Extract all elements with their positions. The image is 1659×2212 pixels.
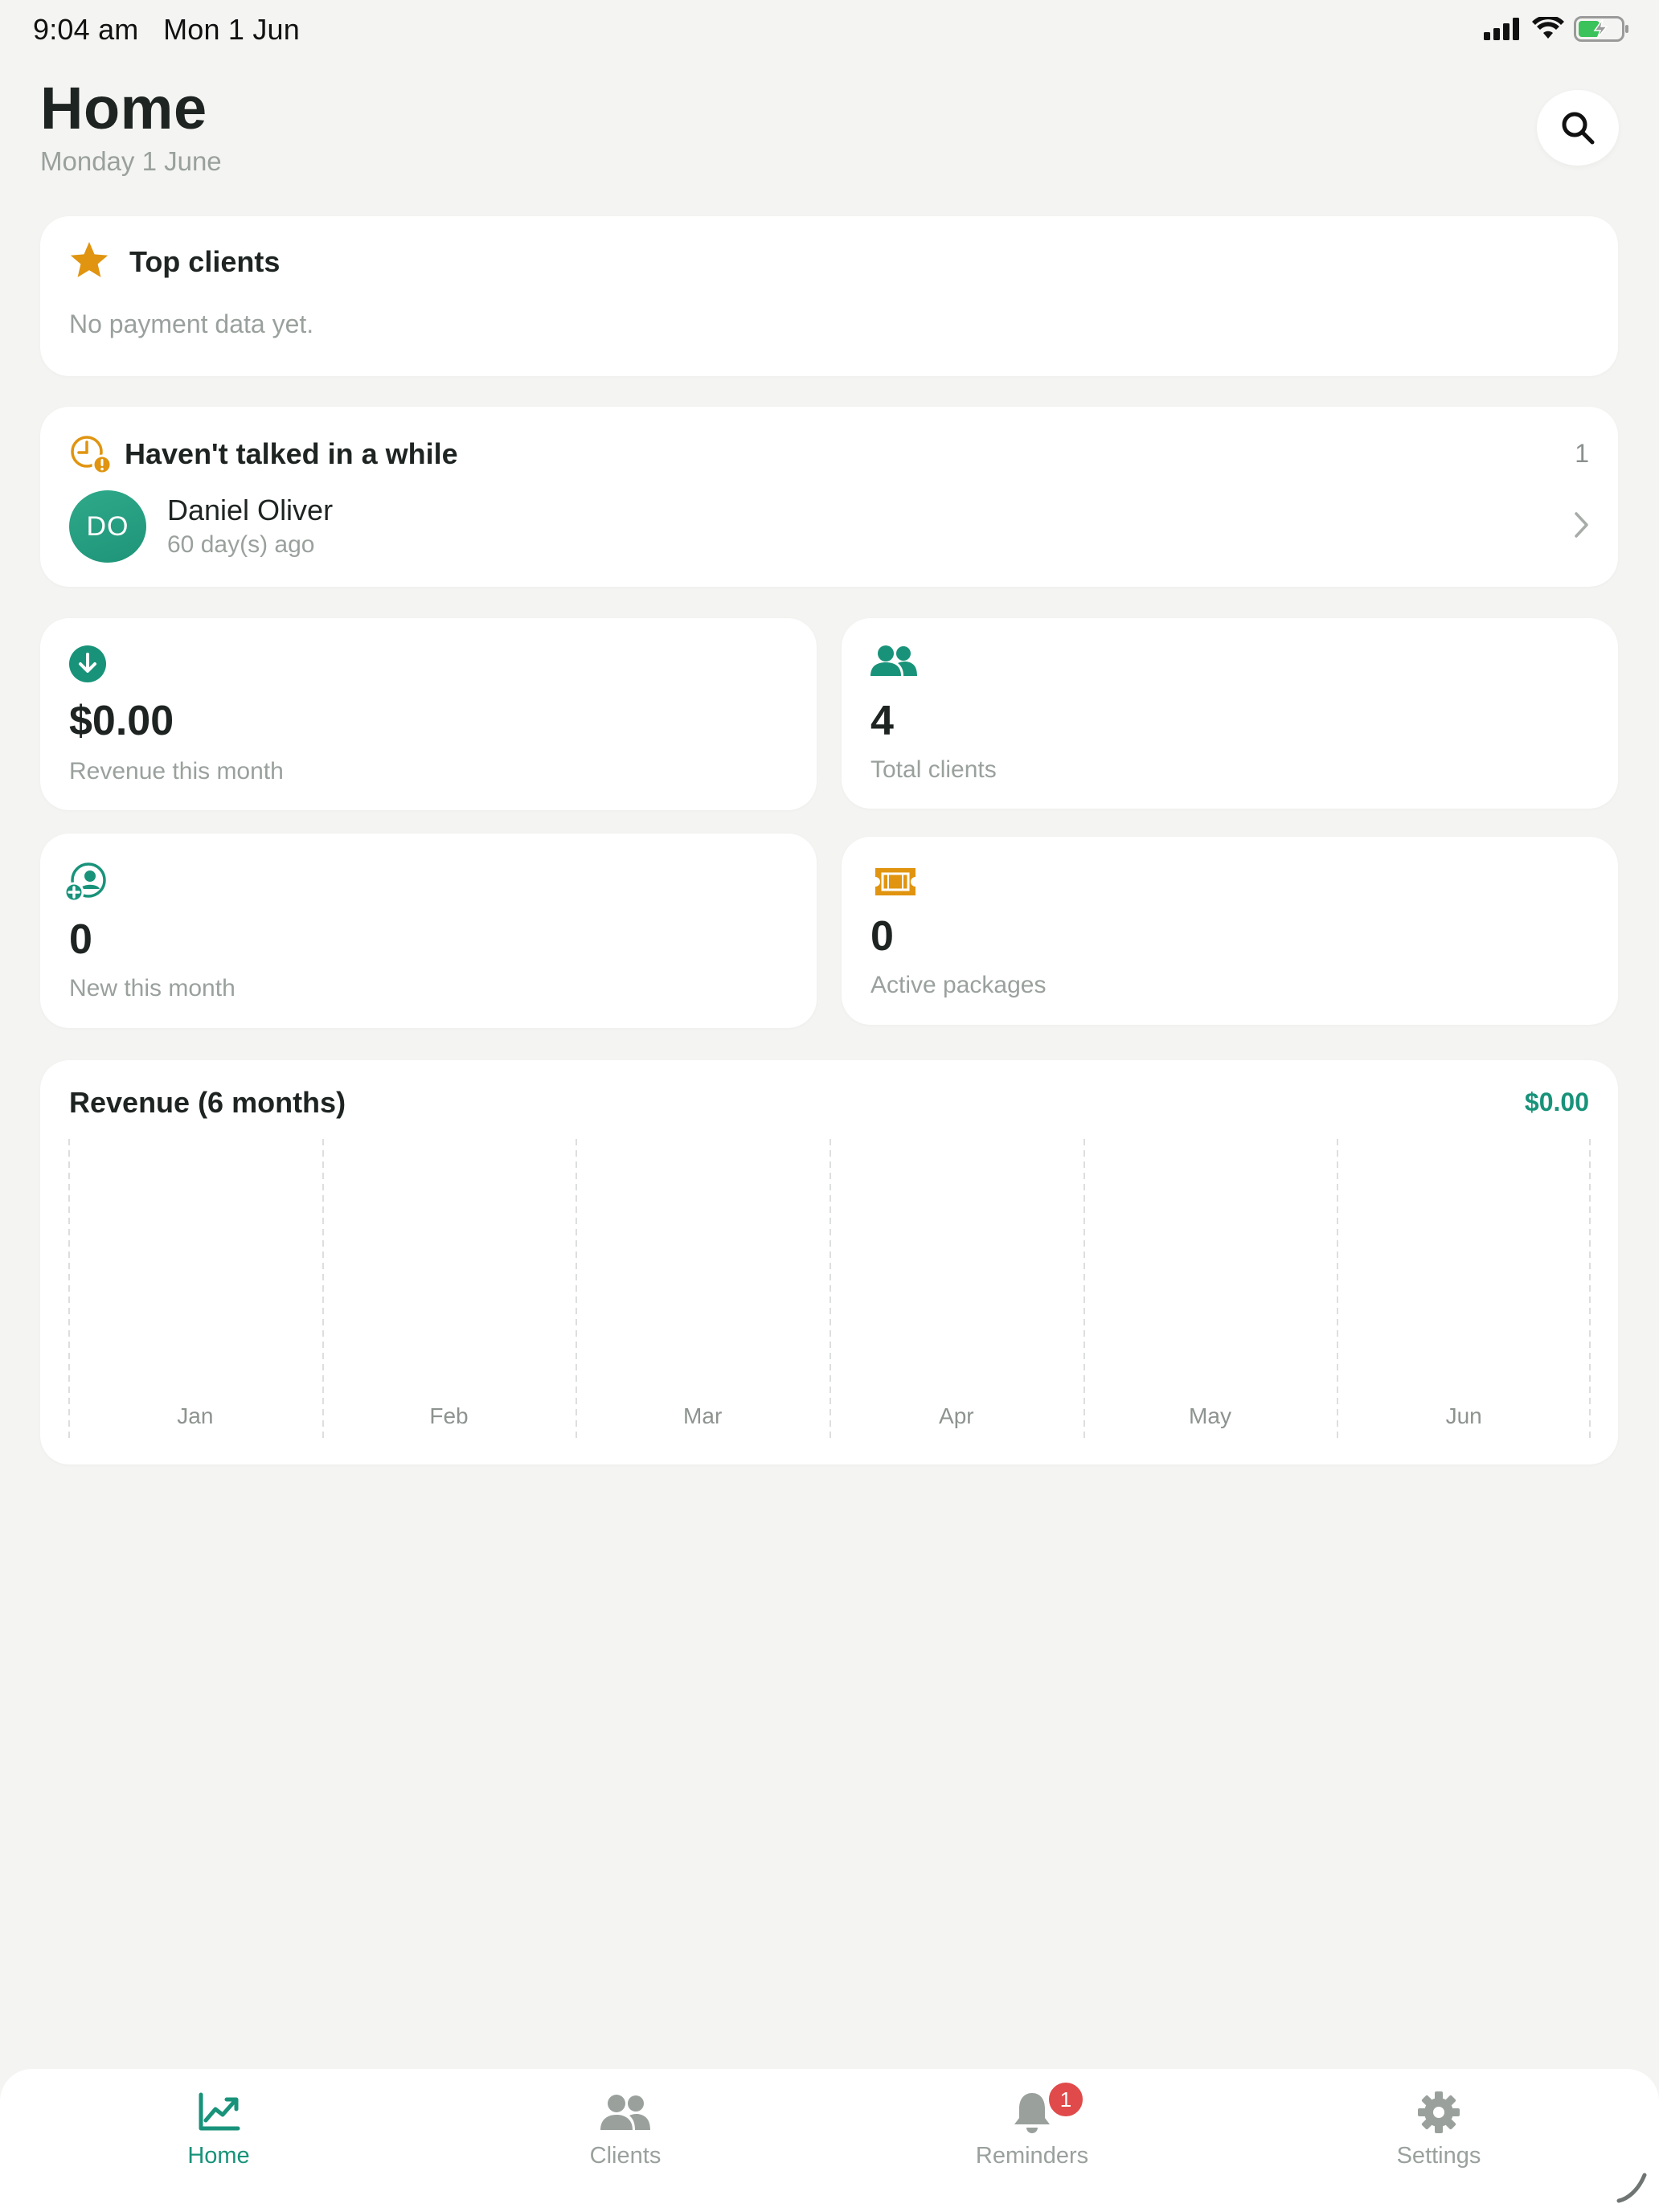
- scroll-handle-icon[interactable]: [1614, 2169, 1649, 2204]
- cellular-signal-icon: [1484, 18, 1519, 40]
- status-icons: [1484, 14, 1630, 43]
- tab-bar: Home Clients 1 Reminders Settings: [0, 2069, 1659, 2212]
- chevron-right-icon: [1575, 512, 1588, 538]
- stat-value: 4: [870, 698, 894, 744]
- tab-clients[interactable]: Clients: [521, 2090, 730, 2186]
- stat-card-total-clients: 4 Total clients: [842, 618, 1618, 809]
- gear-icon: [1418, 2091, 1460, 2133]
- search-icon: [1562, 112, 1595, 145]
- chart-tick-label: Mar: [683, 1403, 722, 1428]
- battery-charging-icon: [1574, 16, 1628, 42]
- tab-label: Home: [187, 2143, 250, 2169]
- havent-talked-count: 1: [1575, 439, 1589, 468]
- chart-tick-label: May: [1189, 1403, 1231, 1428]
- page-title: Home: [40, 75, 207, 141]
- stat-label: Active packages: [870, 972, 1047, 998]
- tab-reminders[interactable]: 1 Reminders: [928, 2080, 1137, 2186]
- top-clients-empty-text: No payment data yet.: [69, 309, 314, 338]
- tab-label: Clients: [589, 2143, 662, 2169]
- tab-settings[interactable]: Settings: [1334, 2090, 1543, 2186]
- page-subtitle: Monday 1 June: [40, 146, 222, 176]
- client-last-contact: 60 day(s) ago: [167, 531, 315, 558]
- stat-value: 0: [870, 913, 894, 960]
- stat-card-new-clients: 0 New this month: [40, 834, 817, 1028]
- arrow-down-circle-icon: [69, 645, 106, 682]
- stat-value: 0: [69, 916, 92, 963]
- person-add-icon: [64, 862, 106, 903]
- chart-tick-label: Jan: [177, 1403, 213, 1428]
- chart-tick-label: Jun: [1446, 1403, 1482, 1428]
- stat-label: Revenue this month: [69, 758, 284, 784]
- havent-talked-title: Haven't talked in a while: [125, 437, 458, 470]
- tab-label: Reminders: [975, 2143, 1089, 2169]
- top-clients-card: Top clients No payment data yet.: [40, 216, 1618, 376]
- tab-label: Settings: [1396, 2143, 1481, 2169]
- search-button[interactable]: [1537, 90, 1619, 166]
- status-time: 9:04 am Mon 1 Jun: [33, 13, 300, 47]
- havent-talked-card: Haven't talked in a while 1 DO Daniel Ol…: [40, 407, 1618, 587]
- status-date: Mon 1 Jun: [163, 13, 300, 46]
- clock-alert-icon: [71, 436, 111, 474]
- people-icon: [600, 2095, 650, 2130]
- tab-home[interactable]: Home: [114, 2090, 323, 2186]
- revenue-chart: Jan Feb Mar Apr May Jun: [68, 1139, 1591, 1438]
- stat-value: $0.00: [69, 698, 174, 744]
- top-clients-title: Top clients: [129, 245, 281, 278]
- status-clock: 9:04 am: [33, 13, 139, 46]
- chart-total: $0.00: [1524, 1088, 1589, 1116]
- client-name: Daniel Oliver: [167, 494, 334, 526]
- avatar: DO: [69, 490, 146, 563]
- status-bar: 9:04 am Mon 1 Jun: [0, 0, 1659, 59]
- stat-label: New this month: [69, 975, 236, 1002]
- stat-label: Total clients: [870, 756, 997, 783]
- stat-card-revenue: $0.00 Revenue this month: [40, 618, 817, 810]
- people-icon: [870, 645, 917, 676]
- revenue-chart-card: Revenue (6 months) $0.00 Jan Feb Mar Apr May…: [40, 1060, 1618, 1464]
- chart-title: Revenue (6 months): [69, 1086, 346, 1119]
- star-icon: [70, 242, 109, 277]
- notification-badge: 1: [1047, 2080, 1085, 2119]
- stat-card-active-packages: 0 Active packages: [842, 837, 1618, 1025]
- chart-tick-label: Feb: [429, 1403, 468, 1428]
- wifi-icon: [1532, 17, 1564, 39]
- chart-tick-label: Apr: [939, 1403, 974, 1428]
- chart-trend-icon: [199, 2092, 240, 2131]
- ticket-icon: [875, 868, 916, 895]
